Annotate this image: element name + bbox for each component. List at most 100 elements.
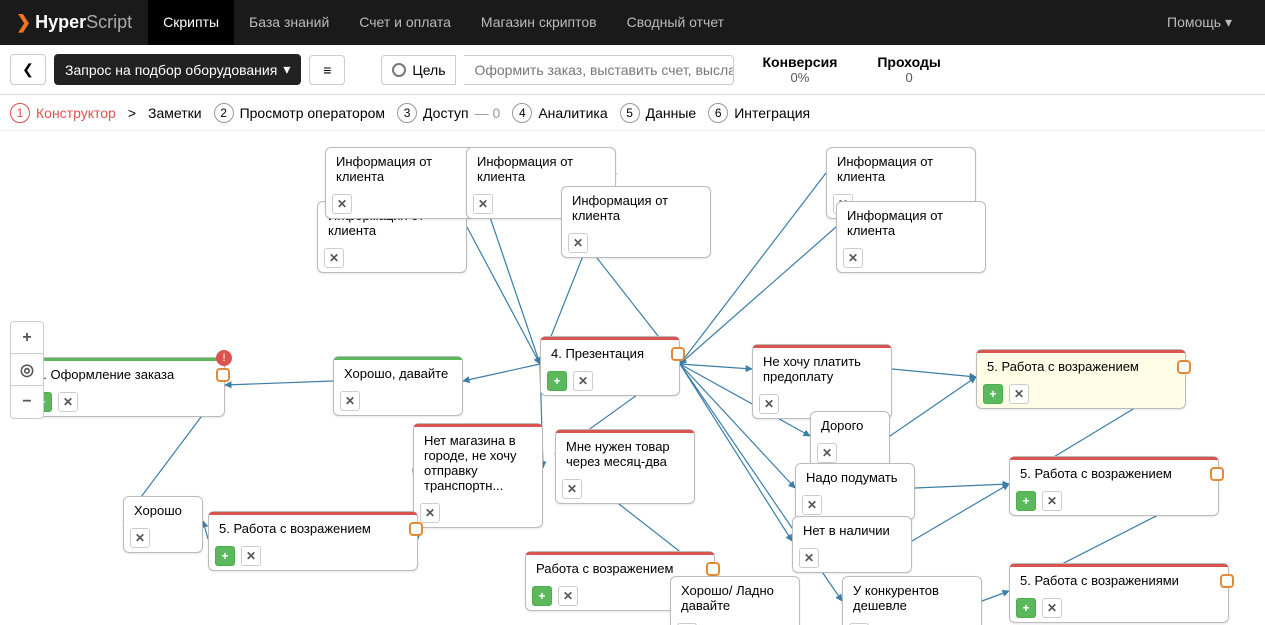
connector-icon[interactable] [671,347,685,361]
node-title: Информация от клиента [837,202,985,244]
node-title: Хорошо/ Ладно давайте [671,577,799,619]
step-integration[interactable]: 6 Интеграция [708,103,810,123]
node-title: 5. Работа с возражением [209,515,417,542]
nav-help-label: Помощь [1167,14,1221,30]
node-title: Информация от клиента [827,148,975,190]
step-analytics[interactable]: 4 Аналитика [512,103,607,123]
add-icon[interactable]: + [1016,598,1036,618]
node-title: Дорого [811,412,889,439]
close-icon[interactable]: ✕ [58,392,78,412]
add-icon[interactable]: + [532,586,552,606]
node-title: 5. Работа с возражением [977,353,1185,380]
connector-icon[interactable] [1220,574,1234,588]
node-nado[interactable]: Надо подумать ✕ [795,463,915,520]
close-icon[interactable]: ✕ [1042,491,1062,511]
zoom-controls: + ◎ − [10,321,44,419]
zoom-center-button[interactable]: ◎ [11,354,43,386]
goal-text[interactable]: Оформить заказ, выставить счет, выслать [464,55,734,85]
nav-billing[interactable]: Счет и оплата [344,0,466,45]
close-icon[interactable]: ✕ [324,248,344,268]
connector-icon[interactable] [706,562,720,576]
close-icon[interactable]: ✕ [799,548,819,568]
step-number: 5 [620,103,640,123]
node-konk[interactable]: У конкурентов дешевле✕ [842,576,982,625]
node-khor1[interactable]: Хорошо, давайте✕ [333,356,463,416]
node-nalic[interactable]: Нет в наличии✕ [792,516,912,573]
canvas[interactable]: + ◎ − Информация от клиента ✕ Информация о… [0,131,1265,625]
back-button[interactable]: ❮ [10,54,46,85]
node-obj3[interactable]: 5. Работа с возражениями+✕ [1009,563,1229,623]
add-icon[interactable]: + [215,546,235,566]
close-icon[interactable]: ✕ [817,443,837,463]
node-title: Информация от клиента [467,148,615,190]
connector-icon[interactable] [216,368,230,382]
step-label: Доступ [423,105,469,121]
step-data[interactable]: 5 Данные [620,103,697,123]
node-obj2[interactable]: 5. Работа с возражением+✕ [1009,456,1219,516]
node-khor2[interactable]: Хорошо✕ [123,496,203,553]
step-notes[interactable]: Заметки [148,105,202,121]
close-icon[interactable]: ✕ [130,528,150,548]
node-title: Надо подумать [796,464,914,491]
close-icon[interactable]: ✕ [802,495,822,515]
node-title: Нет магазина в городе, не хочу отправку … [414,427,542,499]
nav-store[interactable]: Магазин скриптов [466,0,612,45]
close-icon[interactable]: ✕ [1042,598,1062,618]
step-access[interactable]: 3 Доступ — 0 [397,103,500,123]
zoom-out-button[interactable]: − [11,386,43,418]
node-info4[interactable]: Информация от клиента✕ [561,186,711,258]
breadcrumb-sep: > [128,105,136,121]
node-prepay[interactable]: Не хочу платить предоплату ✕ [752,344,892,419]
stat-label: Проходы [877,54,940,70]
close-icon[interactable]: ✕ [1009,384,1029,404]
zoom-in-button[interactable]: + [11,322,43,354]
add-icon[interactable]: + [983,384,1003,404]
node-pres[interactable]: 4. Презентация+✕ [540,336,680,396]
close-icon[interactable]: ✕ [340,391,360,411]
add-icon[interactable]: + [1016,491,1036,511]
close-icon[interactable]: ✕ [573,371,593,391]
nav-report[interactable]: Сводный отчет [612,0,739,45]
close-icon[interactable]: ✕ [332,194,352,214]
node-actions: +✕ [1010,594,1228,622]
nav-help[interactable]: Помощь ▾ [1152,0,1247,45]
node-oform[interactable]: 5. Оформление заказа+✕! [25,357,225,417]
nav-knowledge[interactable]: База знаний [234,0,344,45]
step-number: 3 [397,103,417,123]
close-icon[interactable]: ✕ [759,394,779,414]
node-obj4[interactable]: 5. Работа с возражением + ✕ [208,511,418,571]
node-actions: +✕ [977,380,1185,408]
node-nomag[interactable]: Нет магазина в городе, не хочу отправку … [413,423,543,528]
close-icon[interactable]: ✕ [562,479,582,499]
close-icon[interactable]: ✕ [241,546,261,566]
nav-scripts[interactable]: Скрипты [148,0,234,45]
hamburger-button[interactable]: ≡ [309,55,345,85]
script-selector[interactable]: Запрос на подбор оборудования ▾ [54,54,301,85]
step-label: Конструктор [36,105,116,121]
close-icon[interactable]: ✕ [420,503,440,523]
connector-icon[interactable] [1177,360,1191,374]
target-icon [392,63,406,77]
node-mes[interactable]: Мне нужен товар через месяц-два✕ [555,429,695,504]
step-constructor[interactable]: 1 Конструктор [10,103,116,123]
node-info2[interactable]: Информация от клиента ✕ [325,147,475,219]
connector-icon[interactable] [1210,467,1224,481]
node-dorogo[interactable]: Дорого ✕ [810,411,890,468]
close-icon[interactable]: ✕ [843,248,863,268]
add-icon[interactable]: + [547,371,567,391]
stat-passes: Проходы 0 [877,54,940,85]
close-icon[interactable]: ✕ [473,194,493,214]
node-actions: ✕ [556,475,694,503]
goal-button[interactable]: Цель [381,55,456,85]
node-title: Не хочу платить предоплату [753,348,891,390]
stat-conversion: Конверсия 0% [762,54,837,85]
node-lad[interactable]: Хорошо/ Ладно давайте✕ [670,576,800,625]
node-info6[interactable]: Информация от клиента ✕ [836,201,986,273]
connector-icon[interactable] [409,522,423,536]
node-obj1[interactable]: 5. Работа с возражением+✕ [976,349,1186,409]
node-actions: ✕ [793,544,911,572]
step-preview[interactable]: 2 Просмотр оператором [214,103,385,123]
close-icon[interactable]: ✕ [568,233,588,253]
node-title: Информация от клиента [326,148,474,190]
close-icon[interactable]: ✕ [558,586,578,606]
